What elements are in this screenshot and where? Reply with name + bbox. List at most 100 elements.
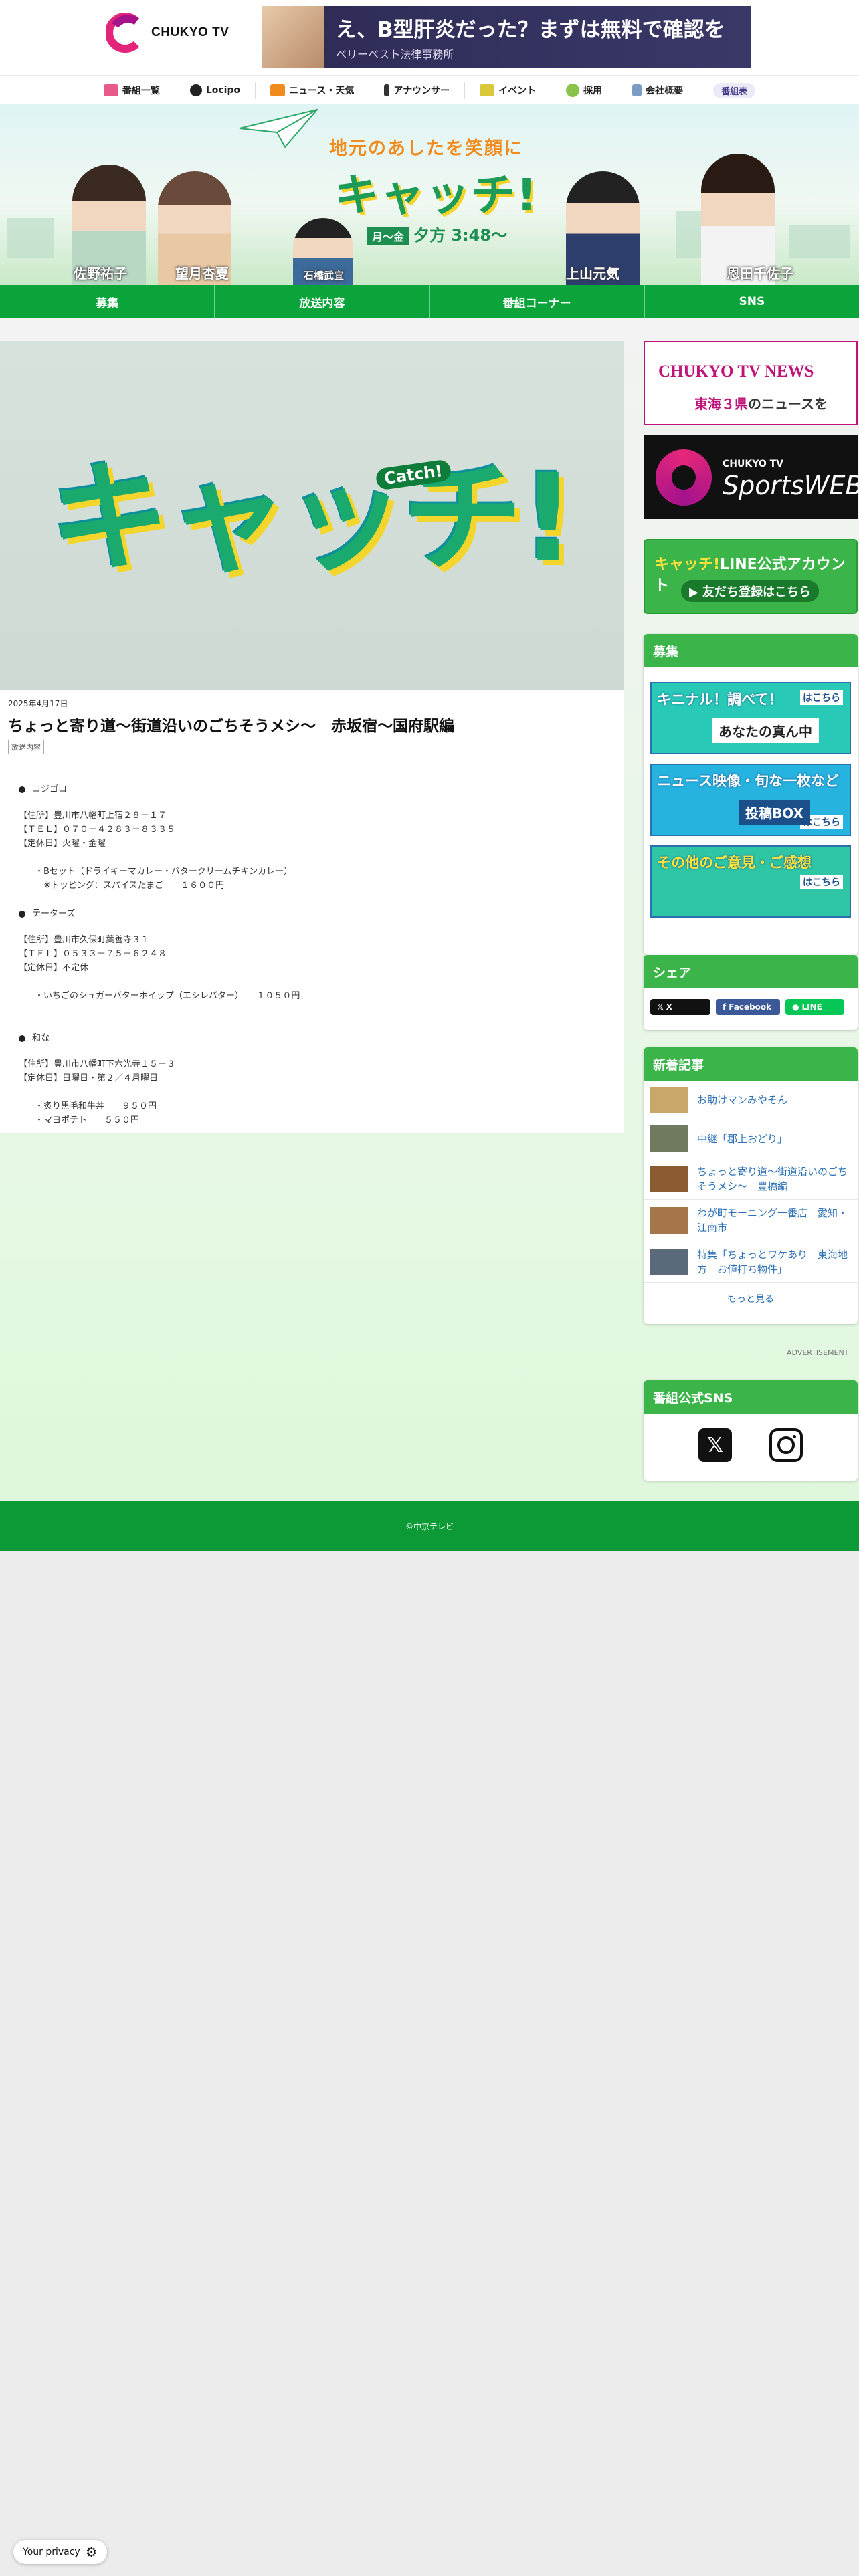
article-thumbnail <box>650 1206 688 1234</box>
nav-recruit[interactable]: 採用 <box>551 82 618 99</box>
menu-item: ・いちごのシュガーバターホイップ（エシレバター） １０５０円 <box>35 991 300 1001</box>
shop-info: 【住所】豊川市八幡町下六光寺１５－３ <box>19 1059 176 1069</box>
bg-building <box>789 225 850 258</box>
chukyo-news-banner[interactable]: CHUKYO TV NEWS 東海３県のニュースを <box>644 341 858 425</box>
shop-heading: テーターズ <box>19 907 594 921</box>
nav-label: ニュース・天気 <box>289 86 355 96</box>
top-ad-banner[interactable]: え、B型肝炎だった？まずは無料で確認を ベリーベスト法律事務所 <box>262 6 751 68</box>
recruit-feedback-banner[interactable]: その他のご意見・ご感想 はこちら <box>650 845 851 918</box>
shop-info: 【定休日】火曜・金曜 <box>19 839 106 849</box>
latest-articles-heading: 新着記事 <box>644 1047 858 1081</box>
nav-locipo[interactable]: Locipo <box>175 82 256 99</box>
bullet-icon <box>19 786 25 793</box>
copyright-text: ©中京テレビ <box>405 1521 454 1531</box>
bullet-icon <box>19 910 25 918</box>
news-banner-brand: CHUKYO TV <box>658 362 761 381</box>
sports-banner-name: SportsWEB <box>723 471 859 500</box>
tab-corners[interactable]: 番組コーナー <box>430 285 645 318</box>
tab-sns[interactable]: SNS <box>645 285 859 318</box>
nav-label: 番組一覧 <box>122 86 160 96</box>
privacy-label: Your privacy <box>23 2547 80 2557</box>
article-title: ちょっと寄り道～街道沿いのごちそうメシ～ 赤坂宿～国府駅編 <box>8 718 454 735</box>
sports-web-banner[interactable]: CHUKYO TV SportsWEB <box>644 435 859 519</box>
sports-logo-icon <box>656 449 712 506</box>
nav-news-weather[interactable]: ニュース・天気 <box>256 82 370 99</box>
recruit-post-box-banner[interactable]: ニュース映像・旬な一枚など はこちら 投稿BOX <box>650 764 851 836</box>
news-banner-sub: 東海３県のニュースを <box>694 393 828 413</box>
nav-program-list[interactable]: 番組一覧 <box>89 82 175 99</box>
ad-sub: ベリーベスト法律事務所 <box>336 47 454 61</box>
news-banner-region: 東海３県 <box>694 396 748 412</box>
site-footer: ©中京テレビ <box>0 1501 859 1551</box>
latest-article-item[interactable]: ちょっと寄り道～街道沿いのごちそうメシ～ 豊橋編 <box>644 1158 858 1200</box>
share-facebook-label: Facebook <box>729 1002 772 1012</box>
gear-icon: ⚙ <box>85 2544 98 2560</box>
recruit-banner-main: 投稿BOX <box>739 800 810 825</box>
visual-title: キャッチ! <box>50 449 575 588</box>
hero-tagline: 地元のあしたを笑顔に <box>329 138 523 159</box>
ticket-icon <box>480 84 495 96</box>
shop-heading: コジゴロ <box>19 782 594 796</box>
recruit-banner-main: あなたの真ん中 <box>712 718 819 743</box>
menu-item: ※トッピング：スパイスたまご １６００円 <box>35 881 225 891</box>
latest-article-item[interactable]: 特集「ちょっとワケあり 東海地方 お値打ち物件」 <box>644 1241 858 1283</box>
latest-articles-box: 新着記事 お助けマンみやそん 中継「郡上おどり」 ちょっと寄り道～街道沿いのごち… <box>644 1047 858 1324</box>
share-x-button[interactable]: 𝕏X <box>650 999 710 1015</box>
recruit-banner-title: その他のご意見・ご感想 <box>657 855 812 871</box>
latest-article-item[interactable]: 中継「郡上おどり」 <box>644 1119 858 1158</box>
privacy-settings-button[interactable]: Your privacy ⚙ <box>13 2540 107 2564</box>
nav-timetable[interactable]: 番組表 <box>698 82 770 99</box>
latest-article-item[interactable]: わが町モーニング一番店 愛知・江南市 <box>644 1200 858 1241</box>
line-add-friend-button[interactable]: ▶ 友だち登録はこちら <box>681 580 819 602</box>
share-line-button[interactable]: ● LINE <box>785 999 844 1015</box>
tab-broadcast[interactable]: 放送内容 <box>215 285 430 318</box>
article-content: コジゴロ 【住所】豊川市八幡町上宿２８－１７ 【ＴＥＬ】０７０－４２８３－８３３… <box>19 782 594 1128</box>
nav-label: アナウンサー <box>393 86 450 96</box>
shop-name: テーターズ <box>32 909 76 919</box>
share-heading: シェア <box>644 955 858 988</box>
recruit-banner-title: キニナル！調べて！ <box>657 691 783 708</box>
recruit-box: 募集 キニナル！調べて！ はこちら あなたの真ん中 ニュース映像・旬な一枚など … <box>644 634 858 955</box>
line-official-banner[interactable]: キャッチ!LINE公式アカウント ▶ 友だち登録はこちら <box>644 539 858 614</box>
shop-info: 【ＴＥＬ】０７０－４２８３－８３３５ <box>19 825 176 835</box>
article-date: 2025年4月17日 <box>8 699 68 708</box>
nav-announcer[interactable]: アナウンサー <box>369 82 466 99</box>
article-visual: キャッチ! Catch! <box>0 341 624 690</box>
tab-recruit[interactable]: 募集 <box>0 285 215 318</box>
top-navigation: 番組一覧 Locipo ニュース・天気 アナウンサー イベント 採用 会社概要 … <box>0 76 859 104</box>
latest-article-title: 特集「ちょっとワケあり 東海地方 お値打ち物件」 <box>697 1248 848 1275</box>
host-name: 石橋武宜 <box>304 270 345 282</box>
shop-info: 【住所】豊川市久保町葉善寺３１ <box>19 935 150 945</box>
recruit-banner-title: ニュース映像・旬な一枚など <box>657 773 839 789</box>
shop-name: コジゴロ <box>32 784 68 794</box>
x-icon: 𝕏 <box>657 1002 664 1012</box>
nav-label: 採用 <box>583 86 603 96</box>
shop-info: 【ＴＥＬ】０５３３－７５－６２４８ <box>19 949 167 959</box>
host-name: 恩田千佐子 <box>727 265 793 282</box>
site-header: CHUKYO TV え、B型肝炎だった？まずは無料で確認を ベリーベスト法律事務… <box>0 0 859 75</box>
recruit-kininaru-banner[interactable]: キニナル！調べて！ はこちら あなたの真ん中 <box>650 682 851 754</box>
sports-banner-brand: CHUKYO TV <box>723 459 784 469</box>
host-name: 佐野祐子 <box>74 265 127 282</box>
nav-company[interactable]: 会社概要 <box>617 82 699 99</box>
menu-item: ・マヨポテト ５５０円 <box>35 1115 140 1125</box>
nav-label: Locipo <box>205 85 241 96</box>
hero-time-text: 夕方 3:48～ <box>413 226 508 245</box>
host-name: 望月杏夏 <box>175 265 229 282</box>
menu-item: ・Bセット（ドライキーマカレー・バタークリームチキンカレー） <box>35 867 293 877</box>
instagram-icon[interactable] <box>769 1428 803 1462</box>
share-box: シェア 𝕏X f Facebook ● LINE <box>644 955 858 1030</box>
recruit-heading: 募集 <box>644 634 858 667</box>
share-facebook-button[interactable]: f Facebook <box>716 999 780 1015</box>
news-banner-sub-text: のニュースを <box>748 396 828 412</box>
article: キャッチ! Catch! 2025年4月17日 ちょっと寄り道～街道沿いのごちそ… <box>0 341 624 1133</box>
more-articles-link[interactable]: もっと見る <box>644 1292 858 1305</box>
nav-event[interactable]: イベント <box>465 82 552 99</box>
latest-article-item[interactable]: お助けマンみやそん <box>644 1081 858 1119</box>
x-icon[interactable]: 𝕏 <box>698 1428 732 1462</box>
news-banner-title: CHUKYO TV NEWS <box>658 362 814 381</box>
chukyo-tv-logo[interactable]: CHUKYO TV <box>105 12 229 53</box>
latest-article-title: わが町モーニング一番店 愛知・江南市 <box>697 1206 848 1234</box>
article-thumbnail <box>650 1248 688 1275</box>
article-tag[interactable]: 放送内容 <box>8 740 44 754</box>
